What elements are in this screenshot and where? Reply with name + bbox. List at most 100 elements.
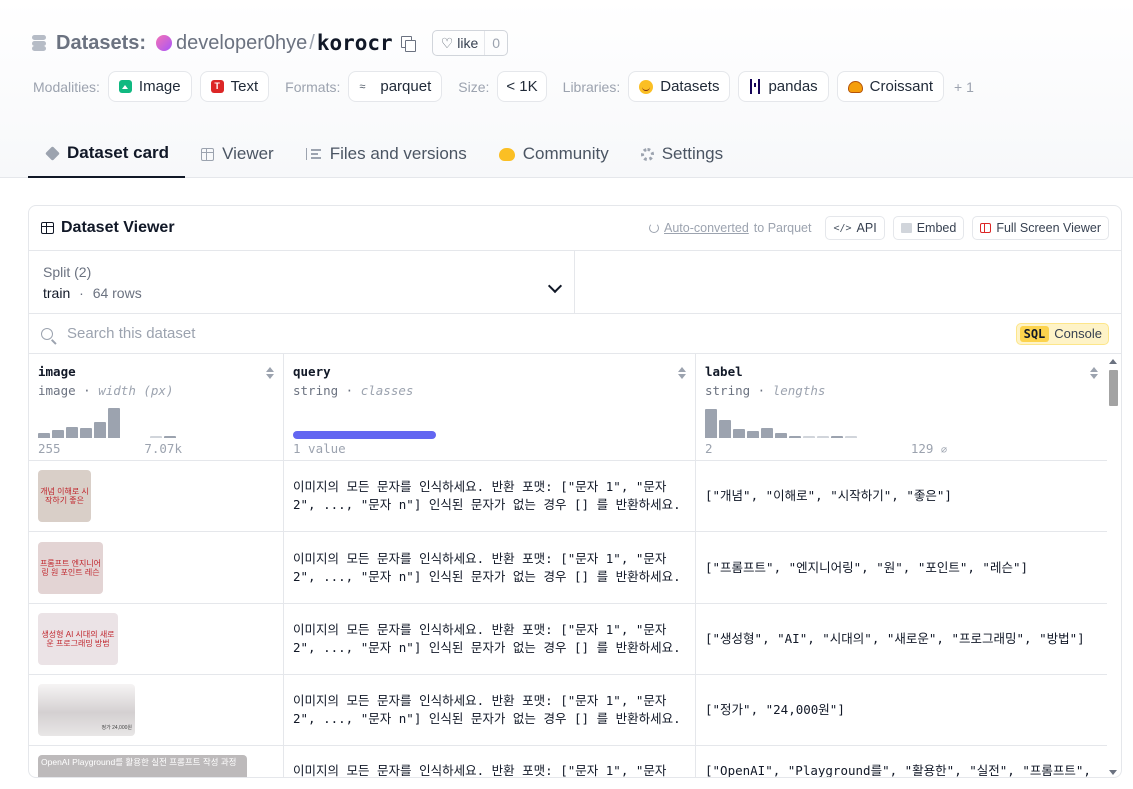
fullscreen-icon: [980, 223, 992, 233]
query-text: 이미지의 모든 문자를 인식하세요. 반환 포맷: ["문자 1", "문자 2…: [293, 693, 681, 726]
histogram-bar[interactable]: [52, 430, 64, 438]
row-thumbnail[interactable]: 정가 24,000원: [38, 684, 135, 736]
query-text: 이미지의 모든 문자를 인식하세요. 반환 포맷: ["문자 1", "문자 2…: [293, 622, 681, 655]
histogram-bar[interactable]: [38, 433, 50, 438]
label-text: ["정가", "24,000원"]: [705, 702, 845, 717]
label-text: ["개념", "이해로", "시작하기", "좋은"]: [705, 488, 952, 503]
label-length-histogram: [705, 404, 857, 438]
histogram-bar[interactable]: [705, 409, 717, 438]
files-icon: [305, 148, 322, 160]
query-text: 이미지의 모든 문자를 인식하세요. 반환 포맷: ["문자 1", "문자 2…: [293, 550, 681, 584]
histogram-bar[interactable]: [733, 429, 745, 438]
library-datasets-chip[interactable]: Datasets: [628, 71, 731, 102]
histogram-bar[interactable]: [150, 436, 162, 438]
tab-files-and-versions[interactable]: Files and versions: [290, 130, 483, 178]
column-header-query[interactable]: query string · classes 1 value: [284, 354, 696, 460]
row-thumbnail[interactable]: OpenAI Playground를 활용한 실전 프롬프트 작성 과정: [38, 755, 247, 777]
embed-button[interactable]: Embed: [892, 216, 965, 240]
code-icon: </>: [833, 222, 852, 234]
modality-image-chip[interactable]: Image: [107, 71, 192, 102]
column-header-label[interactable]: label string · lengths 2 129 ⌀: [696, 354, 1107, 460]
scroll-up-icon[interactable]: [1109, 359, 1117, 364]
tab-dataset-card[interactable]: Dataset card: [28, 130, 186, 178]
repo-name[interactable]: korocr: [317, 31, 393, 55]
chip-label: < 1K: [506, 78, 538, 95]
fullscreen-label: Full Screen Viewer: [996, 221, 1101, 235]
full-screen-viewer-button[interactable]: Full Screen Viewer: [972, 216, 1109, 240]
data-table: image image · width (px) 255 7.07k query…: [29, 354, 1107, 777]
query-cell: 이미지의 모든 문자를 인식하세요. 반환 포맷: ["문자 1", "문자 2…: [284, 604, 696, 674]
split-select[interactable]: Split (2) train · 64 rows: [29, 251, 575, 313]
query-cell: 이미지의 모든 문자를 인식하세요. 반환 포맷: ["문자 1", "문자 2…: [284, 675, 696, 745]
histogram-bar[interactable]: [831, 436, 843, 438]
library-croissant-chip[interactable]: Croissant: [836, 71, 945, 102]
column-name: query: [293, 364, 331, 379]
like-count: 0: [492, 35, 501, 51]
chip-label: Text: [230, 78, 259, 95]
table-scrollbar[interactable]: [1107, 354, 1119, 777]
owner-link[interactable]: developer0hye: [176, 32, 307, 55]
title-row: Datasets: developer0hye / korocr ♡ like …: [32, 28, 509, 58]
column-type: string · lengths: [705, 383, 826, 398]
formats-label: Formats:: [285, 78, 341, 95]
dataset-viewer-card: Dataset Viewer Auto-converted to Parquet…: [28, 205, 1122, 778]
histogram-bar[interactable]: [719, 420, 731, 438]
modalities-label: Modalities:: [33, 78, 100, 95]
like-button[interactable]: ♡ like 0: [431, 30, 509, 56]
auto-converted-link[interactable]: Auto-converted: [664, 221, 749, 235]
table-row[interactable]: 정가 24,000원 이미지의 모든 문자를 인식하세요. 반환 포맷: ["문…: [29, 675, 1107, 746]
community-icon: [498, 147, 515, 161]
api-button[interactable]: </> API: [825, 216, 885, 240]
column-header-image[interactable]: image image · width (px) 255 7.07k: [29, 354, 284, 460]
search-input[interactable]: [67, 325, 567, 342]
gear-icon: [640, 147, 654, 161]
tab-label: Dataset card: [67, 143, 170, 162]
viewer-actions: Auto-converted to Parquet </> API Embed …: [649, 216, 1109, 240]
datasets-link[interactable]: Datasets:: [56, 32, 146, 55]
row-thumbnail[interactable]: 생성형 AI 시대의 새로운 프로그래밍 방법: [38, 613, 118, 665]
query-text: 이미지의 모든 문자를 인식하세요. 반환 포맷: ["문자 1", "문자 2…: [293, 479, 681, 512]
histogram-bar[interactable]: [775, 433, 787, 438]
split-row: Split (2) train · 64 rows: [29, 251, 1121, 314]
histogram-bar[interactable]: [803, 436, 815, 438]
column-range: 2 129 ⌀: [705, 441, 947, 456]
search-icon: [41, 327, 53, 340]
row-thumbnail[interactable]: 프롬프트 엔지니어링 원 포인트 레슨: [38, 541, 103, 594]
format-parquet-chip[interactable]: ≈ parquet: [348, 71, 443, 102]
table-row[interactable]: 생성형 AI 시대의 새로운 프로그래밍 방법 이미지의 모든 문자를 인식하세…: [29, 604, 1107, 675]
scroll-down-icon[interactable]: [1109, 770, 1117, 775]
histogram-bar[interactable]: [164, 436, 176, 438]
repo-header: Datasets: developer0hye / korocr ♡ like …: [0, 0, 1133, 178]
sort-icon[interactable]: [266, 367, 274, 379]
class-distribution-bar: [293, 431, 436, 439]
sort-icon[interactable]: [1090, 367, 1098, 379]
sql-console-button[interactable]: SQL Console: [1015, 322, 1109, 345]
more-libraries[interactable]: + 1: [954, 79, 974, 95]
histogram-bar[interactable]: [66, 427, 78, 438]
table-row[interactable]: 개념 이해로 시작하기 좋은 이미지의 모든 문자를 인식하세요. 반환 포맷:…: [29, 461, 1107, 532]
histogram-bar[interactable]: [747, 431, 759, 438]
histogram-bar[interactable]: [845, 436, 857, 438]
tab-community[interactable]: Community: [483, 130, 625, 178]
histogram-bar[interactable]: [80, 428, 92, 438]
sort-icon[interactable]: [678, 367, 686, 379]
copy-icon[interactable]: [400, 35, 416, 52]
modality-text-chip[interactable]: T Text: [199, 71, 270, 102]
histogram-bar[interactable]: [789, 436, 801, 438]
histogram-bar[interactable]: [108, 408, 120, 438]
histogram-bar[interactable]: [761, 428, 773, 438]
table-row[interactable]: 프롬프트 엔지니어링 원 포인트 레슨 이미지의 모든 문자를 인식하세요. 반…: [29, 532, 1107, 604]
tab-viewer[interactable]: Viewer: [185, 130, 290, 178]
size-chip[interactable]: < 1K: [497, 71, 547, 102]
scroll-thumb[interactable]: [1109, 370, 1118, 406]
table-row[interactable]: OpenAI Playground를 활용한 실전 프롬프트 작성 과정 이미지…: [29, 746, 1107, 777]
avatar[interactable]: [156, 35, 173, 51]
tab-settings[interactable]: Settings: [625, 130, 739, 178]
histogram-bar[interactable]: [94, 422, 106, 438]
library-pandas-chip[interactable]: pandas: [738, 71, 829, 102]
histogram-bar[interactable]: [817, 436, 829, 438]
label-cell: ["정가", "24,000원"]: [696, 675, 1107, 745]
row-thumbnail[interactable]: 개념 이해로 시작하기 좋은: [38, 470, 91, 522]
croissant-icon: [847, 80, 863, 93]
image-cell: 정가 24,000원: [29, 675, 284, 745]
